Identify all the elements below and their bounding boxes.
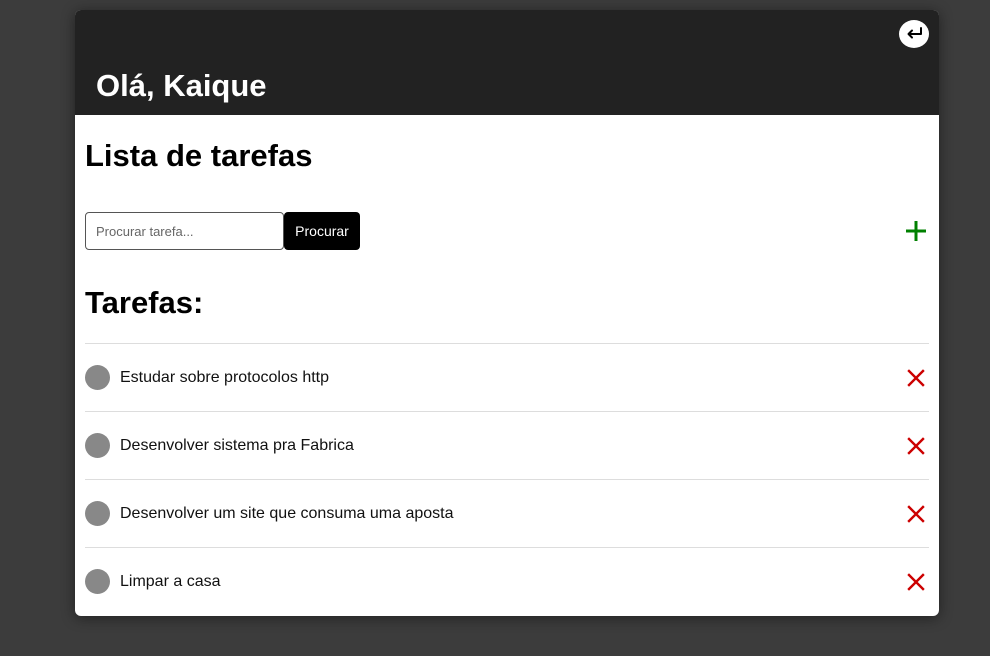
search-bar: Procurar <box>85 212 929 250</box>
task-toggle-circle-icon[interactable] <box>85 501 110 526</box>
task-toggle-circle-icon[interactable] <box>85 569 110 594</box>
task-item: Desenvolver um site que consuma uma apos… <box>85 479 929 547</box>
add-task-button[interactable] <box>903 218 929 244</box>
delete-task-button[interactable] <box>907 505 925 523</box>
x-icon <box>907 437 925 455</box>
app-card: Olá, Kaique Lista de tarefas Procurar Ta… <box>75 10 939 616</box>
plus-icon <box>906 221 926 241</box>
greeting: Olá, Kaique <box>96 68 267 103</box>
header: Olá, Kaique <box>75 10 939 115</box>
page-title: Lista de tarefas <box>85 138 313 173</box>
task-toggle-circle-icon[interactable] <box>85 365 110 390</box>
return-arrow-icon <box>907 27 922 39</box>
task-item: Limpar a casa <box>85 547 929 615</box>
search-input[interactable] <box>85 212 284 250</box>
delete-task-button[interactable] <box>907 573 925 591</box>
delete-task-button[interactable] <box>907 369 925 387</box>
task-text: Limpar a casa <box>120 572 221 590</box>
x-icon <box>907 573 925 591</box>
main-content: Lista de tarefas Procurar Tarefas: Estud… <box>75 139 939 615</box>
task-item: Estudar sobre protocolos http <box>85 343 929 411</box>
task-text: Estudar sobre protocolos http <box>120 368 330 386</box>
x-icon <box>907 369 925 387</box>
search-button[interactable]: Procurar <box>284 212 360 250</box>
task-toggle-circle-icon[interactable] <box>85 433 110 458</box>
logout-button[interactable] <box>899 20 929 48</box>
tasks-heading: Tarefas: <box>85 285 204 320</box>
task-text: Desenvolver um site que consuma uma apos… <box>120 504 454 522</box>
delete-task-button[interactable] <box>907 437 925 455</box>
x-icon <box>907 505 925 523</box>
task-text: Desenvolver sistema pra Fabrica <box>120 436 354 454</box>
task-list: Estudar sobre protocolos http Desenvolver… <box>85 343 929 615</box>
task-item: Desenvolver sistema pra Fabrica <box>85 411 929 479</box>
